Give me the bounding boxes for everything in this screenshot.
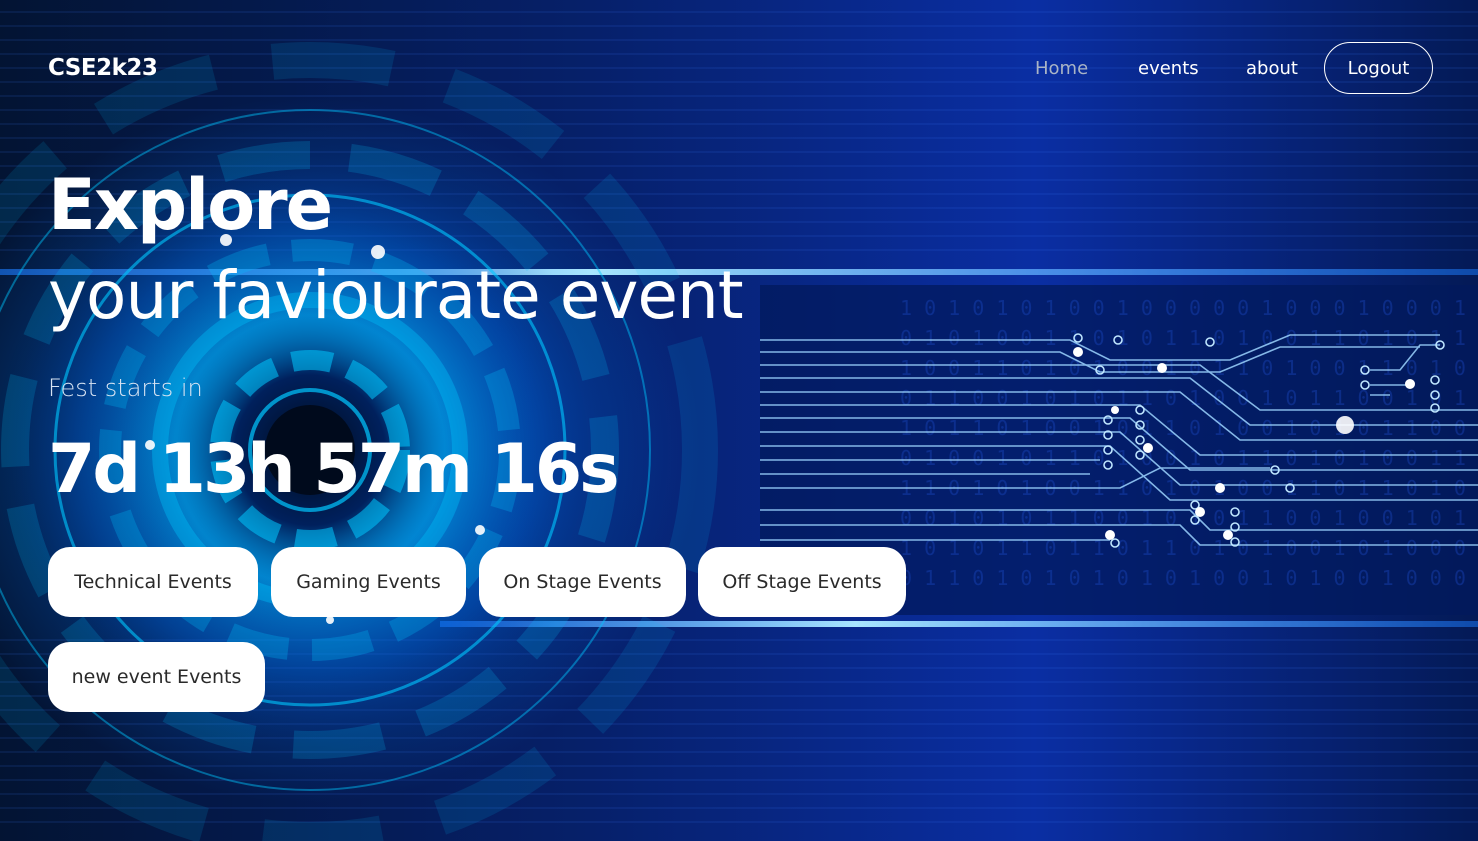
brand-logo[interactable]: CSE2k23 [48,55,158,81]
technical-events-button[interactable]: Technical Events [48,547,258,617]
logout-button[interactable]: Logout [1324,42,1433,94]
new-event-events-button[interactable]: new event Events [48,642,265,712]
nav-events-link[interactable]: events [1138,58,1199,79]
off-stage-events-button[interactable]: Off Stage Events [698,547,906,617]
svg-text:0 1 0 0 1 0 1 1 0 1 0 0 1 0 1: 0 1 0 0 1 0 1 1 0 1 0 0 1 0 1 1 0 1 0 1 … [900,446,1478,470]
on-stage-events-button[interactable]: On Stage Events [479,547,686,617]
nav-about-link[interactable]: about [1246,58,1298,79]
landing-page: 1 0 1 0 1 0 1 0 0 1 0 0 0 0 0 1 0 0 0 1 … [0,0,1478,841]
svg-text:0 1 1 0 1 0 1 0 1 0 1 0 1 0 0: 0 1 1 0 1 0 1 0 1 0 1 0 1 0 0 1 0 1 0 0 … [900,566,1478,590]
fest-countdown-label: Fest starts in [48,374,203,402]
nav-home-link[interactable]: Home [1035,58,1088,79]
gaming-events-button[interactable]: Gaming Events [271,547,466,617]
svg-text:1 0 1 0 1 0 1 0 0 1 0 0 0 0 0: 1 0 1 0 1 0 1 0 0 1 0 0 0 0 0 1 0 0 0 1 … [900,296,1478,320]
hero-subtitle: your faviourate event [48,257,744,334]
countdown-timer: 7d 13h 57m 16s [48,430,620,509]
hero-title: Explore [48,164,333,246]
svg-text:1 0 1 1 0 1 0 0 1 0 1 1 0 1 0: 1 0 1 1 0 1 0 0 1 0 1 1 0 1 0 0 1 0 1 0 … [900,416,1478,440]
svg-text:0 1 1 0 0 1 0 1 0 1 1 0 1 0 0: 0 1 1 0 0 1 0 1 0 1 1 0 1 0 0 1 0 1 1 0 … [900,386,1478,410]
navbar: CSE2k23 Home events about Logout [0,0,1478,140]
